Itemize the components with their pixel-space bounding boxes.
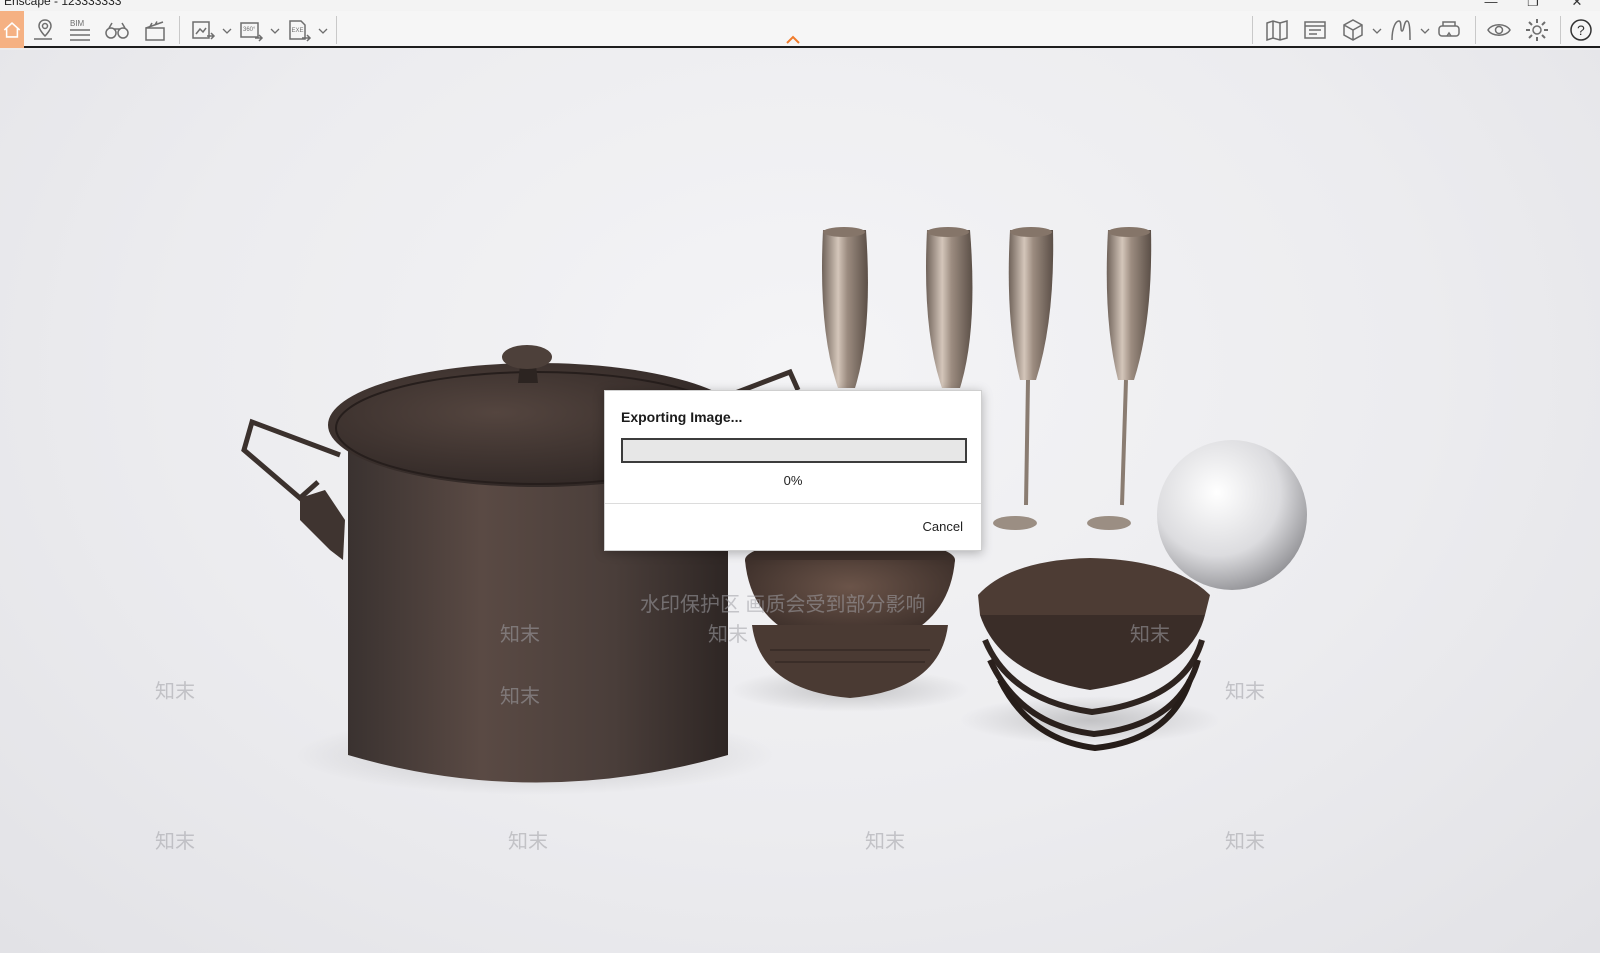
home-button[interactable] (0, 11, 24, 48)
dialog-title: Exporting Image... (621, 409, 743, 425)
cube-button[interactable] (1338, 15, 1368, 45)
progress-percent: 0% (783, 473, 803, 488)
settings-gear-icon (1526, 19, 1548, 41)
export-progress-bar (621, 438, 967, 463)
cube-icon (1343, 19, 1363, 41)
chevron-down-icon[interactable] (222, 27, 232, 35)
panorama-label: 360° (243, 27, 256, 33)
glass-2 (926, 227, 973, 388)
home-icon (3, 21, 21, 38)
toolbar-separator (1252, 16, 1253, 44)
toolbar-separator (1475, 16, 1476, 44)
main-toolbar: BIM 360° EXE ? (0, 11, 1600, 48)
map-pin-icon (34, 19, 52, 40)
batch-render-icon (192, 21, 216, 40)
watermark-brand: 知末 (500, 624, 540, 646)
chevron-down-icon[interactable] (318, 27, 328, 35)
minimize-button[interactable]: — (1478, 0, 1504, 10)
watermark-brand: 知末 (508, 831, 548, 853)
view-settings-button[interactable] (1484, 15, 1514, 45)
view-eye-icon (1487, 24, 1511, 36)
cancel-button[interactable]: Cancel (923, 519, 963, 534)
glass-1 (822, 227, 868, 388)
panorama-button[interactable]: 360° (236, 15, 266, 45)
export-progress-dialog: Exporting Image... 0% Cancel (604, 390, 982, 551)
site-map-icon (1266, 20, 1288, 42)
help-label: ? (1577, 22, 1585, 38)
bim-icon: BIM (70, 19, 90, 41)
bim-button[interactable]: BIM (64, 15, 94, 45)
vr-headset-button[interactable] (1434, 15, 1464, 45)
watermark-brand: 知末 (500, 686, 540, 708)
asset-library-icon (1304, 21, 1326, 39)
bim-label: BIM (70, 19, 85, 28)
asset-library-button[interactable] (1300, 15, 1330, 45)
render-viewport[interactable]: 水印保护区 画质会受到部分影响 知末 知末 知末 知末 知末 知末 知末 知末 … (0, 50, 1600, 953)
material-editor-button[interactable] (1386, 15, 1416, 45)
map-pin-button[interactable] (28, 15, 58, 45)
glass-4 (1087, 227, 1152, 530)
toolbar-separator (179, 16, 180, 44)
restore-button[interactable]: ❐ (1520, 0, 1546, 10)
export-exe-button[interactable]: EXE (284, 15, 314, 45)
help-icon: ? (1570, 19, 1592, 41)
chevron-down-icon[interactable] (1372, 27, 1382, 35)
watermark-brand: 知末 (155, 681, 195, 703)
exe-label: EXE (292, 28, 304, 34)
material-editor-icon (1391, 20, 1411, 41)
window-title: Enscape - 123333333 (4, 0, 122, 8)
video-editor-button[interactable] (140, 15, 170, 45)
vr-headset-icon (1438, 21, 1460, 37)
glass-3 (993, 227, 1054, 530)
help-button[interactable]: ? (1566, 15, 1596, 45)
export-exe-icon: EXE (289, 20, 312, 42)
batch-render-button[interactable] (188, 15, 218, 45)
watermark-brand: 知末 (1225, 681, 1265, 703)
clapper-icon (145, 21, 165, 41)
binoculars-button[interactable] (102, 15, 132, 45)
binoculars-icon (105, 22, 129, 39)
watermark-brand: 知末 (708, 624, 748, 646)
settings-button[interactable] (1522, 15, 1552, 45)
watermark-brand: 知末 (1225, 831, 1265, 853)
watermark-brand: 知末 (865, 831, 905, 853)
collapse-toolbar-icon[interactable] (785, 35, 801, 45)
toolbar-separator (1560, 16, 1561, 44)
panorama-360-icon: 360° (240, 22, 264, 42)
chevron-down-icon[interactable] (270, 27, 280, 35)
chevron-down-icon[interactable] (1420, 27, 1430, 35)
dialog-divider (605, 503, 981, 504)
window-titlebar: Enscape - 123333333 — ❐ ✕ (0, 0, 1600, 11)
watermark-brand: 知末 (1130, 624, 1170, 646)
toolbar-separator (336, 16, 337, 44)
watermark-notice: 水印保护区 画质会受到部分影响 (640, 594, 926, 616)
close-button[interactable]: ✕ (1564, 0, 1590, 10)
site-map-button[interactable] (1262, 15, 1292, 45)
watermark-brand: 知末 (155, 831, 195, 853)
